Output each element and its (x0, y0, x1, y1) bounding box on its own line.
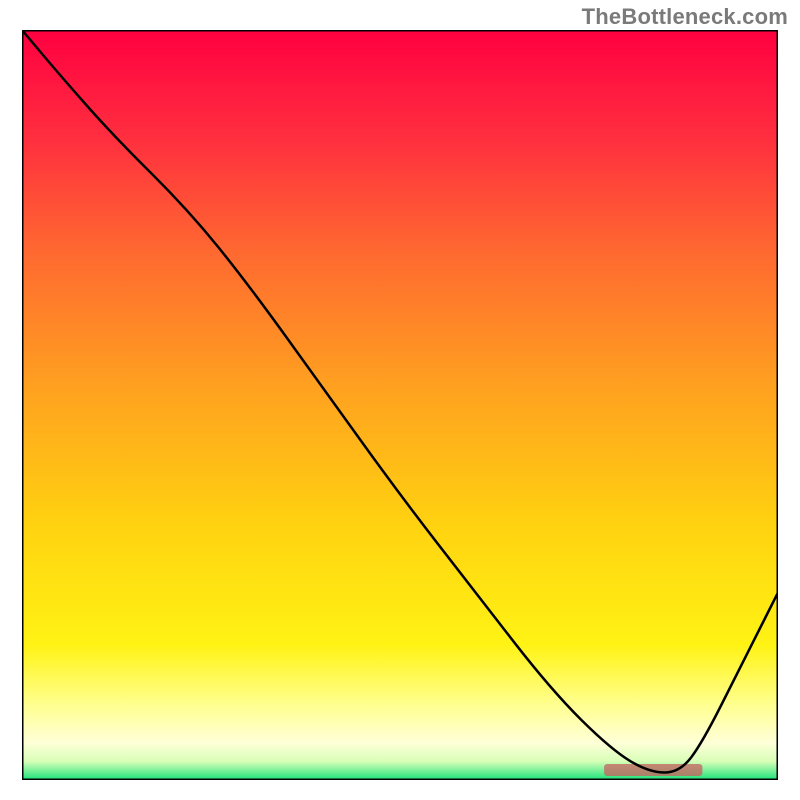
watermark-text: TheBottleneck.com (582, 4, 788, 30)
gradient-background (22, 30, 778, 780)
chart-svg (22, 30, 778, 780)
plot-area (22, 30, 778, 780)
chart-container: TheBottleneck.com (0, 0, 800, 800)
